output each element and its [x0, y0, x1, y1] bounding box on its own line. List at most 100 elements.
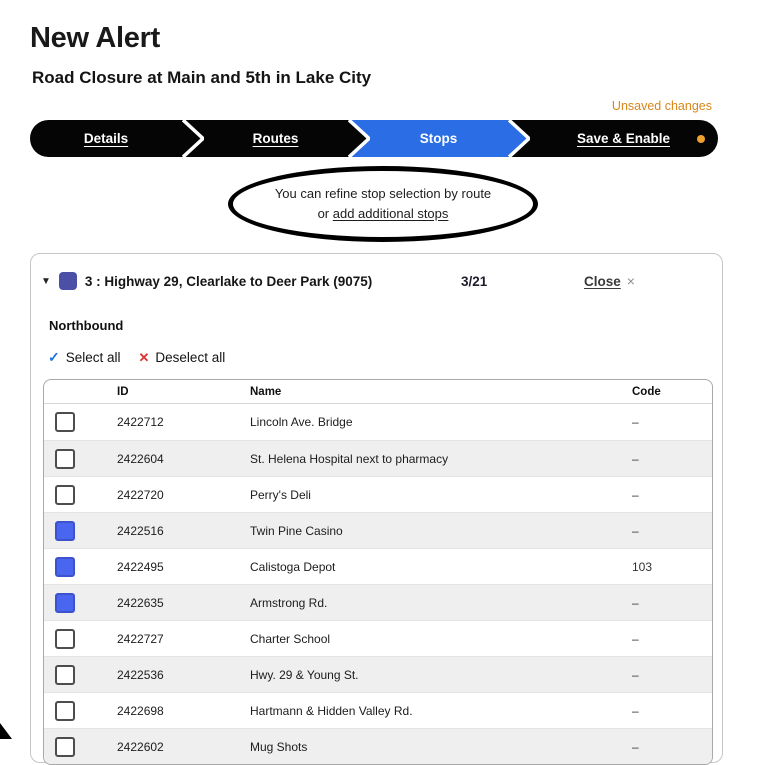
stop-checkbox[interactable]: [55, 628, 75, 649]
stop-id: 2422727: [117, 631, 164, 646]
checkbox-cell: [44, 592, 117, 613]
stop-code: –: [632, 487, 639, 502]
stop-name: Armstrong Rd.: [250, 595, 328, 610]
stop-name: Mug Shots: [250, 739, 308, 754]
table-row: 2422635 Armstrong Rd. –: [44, 584, 712, 620]
chevron-separator-icon: [182, 120, 204, 157]
table-row: 2422495 Calistoga Depot 103: [44, 548, 712, 584]
header-code: Code: [632, 385, 661, 398]
checkbox-cell: [44, 484, 117, 505]
stepper: Details Routes Stops Save & Enable: [30, 120, 718, 157]
stop-name: Charter School: [250, 631, 331, 646]
stop-checkbox[interactable]: [55, 700, 75, 721]
stop-name: Hwy. 29 & Young St.: [250, 667, 359, 682]
deselect-all-label: Deselect all: [155, 350, 226, 365]
chevron-separator-icon: [508, 120, 530, 157]
table-row: 2422698 Hartmann & Hidden Valley Rd. –: [44, 692, 712, 728]
stop-checkbox[interactable]: [55, 556, 75, 577]
table-row: 2422516 Twin Pine Casino –: [44, 512, 712, 548]
stops-table-body: 2422712 Lincoln Ave. Bridge – 2422604 St…: [44, 404, 712, 764]
direction-label: Northbound: [49, 318, 124, 333]
header-id: ID: [117, 385, 129, 398]
table-row: 2422712 Lincoln Ave. Bridge –: [44, 404, 712, 440]
stop-name: Calistoga Depot: [250, 559, 336, 574]
checkbox-cell: [44, 628, 117, 649]
table-header-row: ID Name Code: [44, 380, 712, 404]
close-x-icon[interactable]: ×: [627, 273, 635, 289]
select-all-button[interactable]: ✓ Select all: [48, 349, 121, 366]
stop-code: –: [632, 415, 639, 429]
checkbox-cell: [44, 664, 117, 685]
checkbox-cell: [44, 412, 117, 432]
stop-code: –: [632, 451, 639, 466]
stop-code: –: [632, 667, 639, 682]
note-line2-prefix: or: [317, 206, 333, 221]
stop-checkbox[interactable]: [55, 412, 75, 432]
header-name: Name: [250, 385, 282, 398]
checkbox-cell: [44, 520, 117, 541]
chevron-separator-icon: [348, 120, 370, 157]
notification-dot-icon: [697, 134, 705, 143]
checkbox-cell: [44, 700, 117, 721]
route-card-header: ▼ 3 : Highway 29, Clearlake to Deer Park…: [31, 266, 722, 296]
annotation-ellipse: You can refine stop selection by route o…: [228, 166, 538, 242]
close-link[interactable]: Close: [584, 274, 621, 289]
tab-save-enable[interactable]: Save & Enable: [529, 120, 718, 157]
stop-name: Twin Pine Casino: [250, 523, 343, 538]
stop-code: –: [632, 739, 639, 754]
note-line1: You can refine stop selection by route: [274, 186, 492, 201]
cursor-arrow: [0, 723, 12, 739]
x-icon: ✕: [138, 349, 150, 365]
checkbox-cell: [44, 448, 117, 469]
stop-id: 2422604: [117, 451, 164, 466]
stop-code: –: [632, 703, 639, 718]
checkbox-cell: [44, 736, 117, 757]
checkbox-cell: [44, 556, 117, 577]
stop-code: –: [632, 595, 639, 610]
page-subtitle: Road Closure at Main and 5th in Lake Cit…: [32, 68, 372, 87]
stop-code: 103: [632, 559, 653, 574]
stop-id: 2422536: [117, 667, 164, 682]
stop-name: Hartmann & Hidden Valley Rd.: [250, 703, 413, 718]
unsaved-changes-status: Unsaved changes: [611, 99, 712, 113]
collapse-caret-icon[interactable]: ▼: [41, 276, 51, 287]
page-title: New Alert: [30, 22, 160, 54]
stop-name: Perry's Deli: [250, 487, 311, 502]
stop-checkbox[interactable]: [55, 592, 75, 613]
tab-stops[interactable]: Stops: [369, 120, 508, 157]
stops-table: ID Name Code 2422712 Lincoln Ave. Bridge…: [43, 379, 713, 765]
stop-id: 2422495: [117, 559, 164, 574]
route-title: 3 : Highway 29, Clearlake to Deer Park (…: [84, 273, 373, 289]
stop-id: 2422720: [117, 487, 164, 502]
add-additional-stops-link[interactable]: add additional stops: [333, 206, 449, 221]
stop-id: 2422712: [117, 415, 164, 429]
route-card: ▼ 3 : Highway 29, Clearlake to Deer Park…: [30, 253, 723, 765]
stop-code: –: [632, 523, 639, 538]
table-row: 2422602 Mug Shots –: [44, 728, 712, 764]
stop-id: 2422516: [117, 523, 164, 538]
note-line2: or add additional stops: [318, 204, 449, 224]
tab-routes[interactable]: Routes: [203, 120, 348, 157]
stop-id: 2422698: [117, 703, 164, 718]
deselect-all-button[interactable]: ✕ Deselect all: [139, 350, 226, 366]
stop-id: 2422602: [117, 739, 164, 754]
table-row: 2422604 St. Helena Hospital next to phar…: [44, 440, 712, 476]
tab-details[interactable]: Details: [30, 120, 182, 157]
stop-checkbox[interactable]: [55, 484, 75, 505]
selection-controls: ✓ Select all ✕ Deselect all: [48, 349, 722, 366]
table-row: 2422720 Perry's Deli –: [44, 476, 712, 512]
stop-name: Lincoln Ave. Bridge: [250, 415, 353, 429]
stop-checkbox[interactable]: [55, 736, 75, 757]
stop-code: –: [632, 631, 639, 646]
stop-id: 2422635: [117, 595, 164, 610]
stop-checkbox[interactable]: [55, 520, 75, 541]
table-row: 2422536 Hwy. 29 & Young St. –: [44, 656, 712, 692]
stop-checkbox[interactable]: [55, 448, 75, 469]
route-counter: 3/21: [461, 273, 488, 289]
check-icon: ✓: [48, 349, 60, 365]
route-color-swatch: [58, 272, 77, 290]
stop-name: St. Helena Hospital next to pharmacy: [250, 451, 449, 466]
table-row: 2422727 Charter School –: [44, 620, 712, 656]
stop-checkbox[interactable]: [55, 664, 75, 685]
select-all-label: Select all: [65, 350, 121, 365]
